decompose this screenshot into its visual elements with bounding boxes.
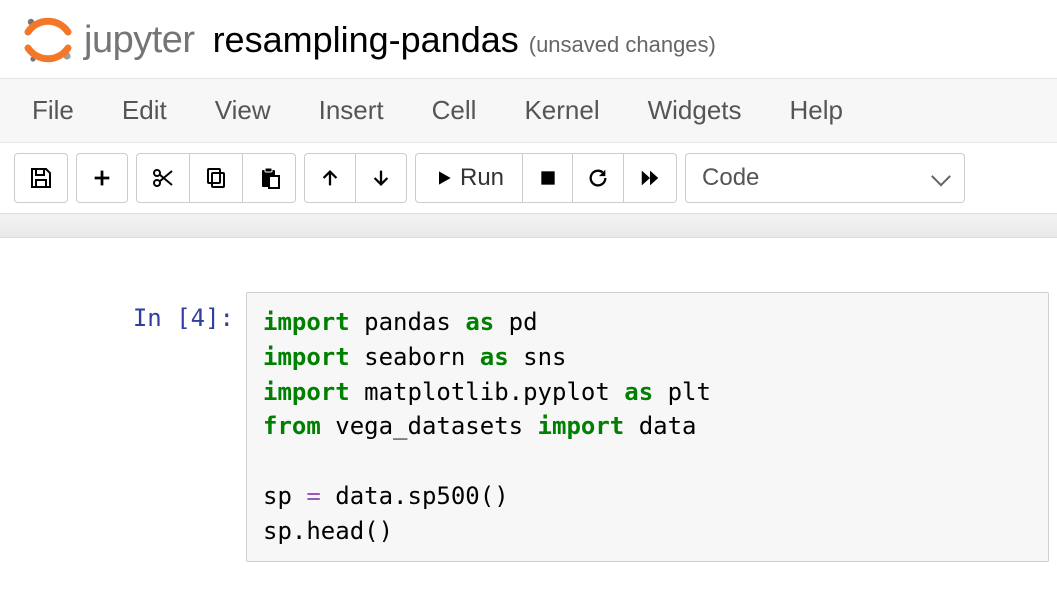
save-icon [29,166,53,190]
paste-icon [257,166,281,190]
save-status: (unsaved changes) [529,32,716,58]
jupyter-icon [20,12,76,68]
code-cell[interactable]: In [4]: import pandas as pd import seabo… [0,292,1057,562]
brand-text: jupyter [84,19,195,62]
toolbar: Run Code [0,143,1057,214]
menu-insert[interactable]: Insert [319,95,384,126]
code-editor[interactable]: import pandas as pd import seaborn as sn… [246,292,1049,562]
move-cell-down-button[interactable] [356,153,407,203]
cut-button[interactable] [136,153,190,203]
save-button[interactable] [14,153,68,203]
plus-icon [91,167,113,189]
menu-cell[interactable]: Cell [432,95,477,126]
title-block: resampling-pandas (unsaved changes) [213,19,716,61]
cell-type-value: Code [702,164,759,192]
stop-icon [538,168,558,188]
menubar: File Edit View Insert Cell Kernel Widget… [0,78,1057,143]
play-icon [434,168,454,188]
scissors-icon [151,166,175,190]
interrupt-button[interactable] [523,153,573,203]
cell-type-select[interactable]: Code [685,153,965,203]
copy-icon [204,166,228,190]
header: jupyter resampling-pandas (unsaved chang… [0,0,1057,78]
jupyter-logo: jupyter [20,12,195,68]
notebook-title[interactable]: resampling-pandas [213,19,519,61]
refresh-icon [587,167,609,189]
run-label: Run [460,164,504,192]
move-cell-up-button[interactable] [304,153,356,203]
insert-cell-below-button[interactable] [76,153,128,203]
restart-kernel-button[interactable] [573,153,624,203]
menu-edit[interactable]: Edit [122,95,167,126]
restart-run-all-button[interactable] [624,153,677,203]
menu-help[interactable]: Help [790,95,843,126]
toolbar-shadow [0,214,1057,238]
menu-view[interactable]: View [215,95,271,126]
menu-file[interactable]: File [32,95,74,126]
notebook-area: In [4]: import pandas as pd import seabo… [0,238,1057,578]
paste-button[interactable] [243,153,296,203]
menu-widgets[interactable]: Widgets [648,95,742,126]
arrow-up-icon [319,167,341,189]
run-button[interactable]: Run [415,153,523,203]
arrow-down-icon [370,167,392,189]
input-prompt: In [4]: [128,292,234,332]
fast-forward-icon [638,167,662,189]
menu-kernel[interactable]: Kernel [524,95,599,126]
copy-button[interactable] [190,153,243,203]
